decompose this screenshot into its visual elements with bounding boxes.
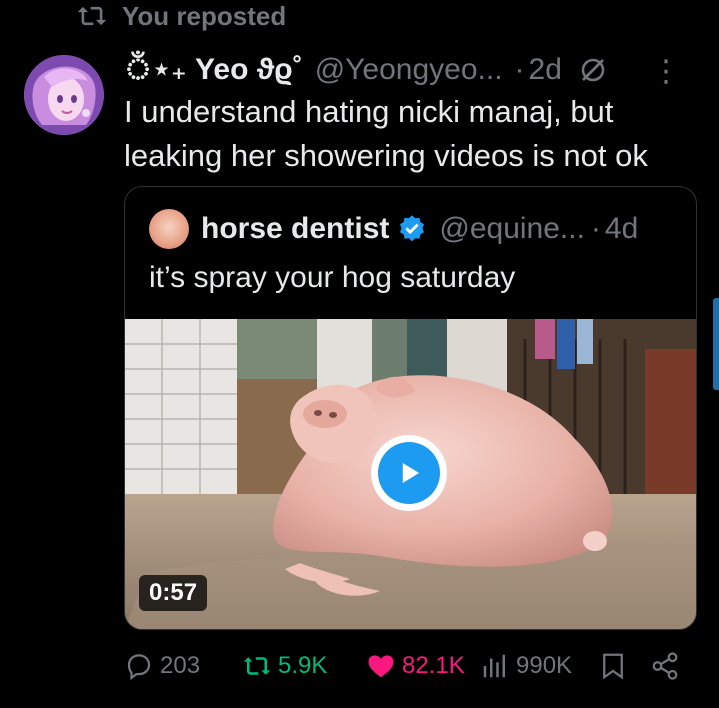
verified-badge-icon — [400, 215, 425, 242]
view-count: 990K — [516, 652, 573, 679]
grok-icon[interactable] — [578, 55, 608, 85]
video-duration: 0:57 — [139, 575, 208, 611]
like-button[interactable]: 82.1K — [366, 651, 465, 681]
separator-dot: · — [514, 53, 525, 86]
play-icon — [378, 442, 440, 504]
repost-count: 5.9K — [278, 652, 328, 679]
repost-banner-text: You reposted — [122, 0, 287, 31]
views-button[interactable]: 990K — [480, 651, 572, 681]
more-options-icon[interactable]: ⋮ — [651, 54, 681, 89]
quote-tweet-card[interactable]: horse dentist @equine... · 4d it’s spray… — [124, 186, 697, 630]
author-name[interactable]: ঁ⋆₊ Yeo ϑϱ˚ — [124, 45, 303, 96]
bookmark-button[interactable] — [598, 651, 628, 681]
tweet-text: I understand hating nicki manaj, but lea… — [124, 94, 648, 173]
reply-button[interactable]: 203 — [124, 651, 200, 681]
quote-header: horse dentist @equine... · 4d — [149, 207, 638, 251]
reply-count: 203 — [160, 652, 201, 679]
tweet-header: ঁ⋆₊ Yeo ϑϱ˚ @Yeongyeo... · 2d ⋮ — [124, 48, 699, 92]
author-avatar[interactable] — [24, 55, 104, 135]
quote-timestamp[interactable]: 4d — [605, 212, 638, 246]
share-icon — [652, 652, 678, 680]
bookmark-icon — [603, 653, 623, 680]
action-bar: 203 5.9K 82.1K 990K — [124, 646, 694, 686]
heart-icon — [368, 655, 394, 678]
analytics-icon — [483, 654, 505, 678]
quote-author-handle[interactable]: @equine... — [439, 212, 585, 246]
repost-icon — [77, 6, 107, 26]
repost-icon — [243, 657, 271, 675]
quote-author-avatar[interactable] — [149, 209, 189, 249]
share-button[interactable] — [650, 651, 680, 681]
quote-separator-dot: · — [590, 212, 601, 245]
quote-text: it’s spray your hog saturday — [149, 261, 516, 294]
repost-banner[interactable]: You reposted — [76, 0, 286, 32]
tweet-timestamp[interactable]: 2d — [529, 53, 562, 87]
scrollbar[interactable] — [713, 298, 719, 390]
avatar-illustration — [24, 55, 104, 135]
like-count: 82.1K — [402, 652, 465, 679]
repost-button[interactable]: 5.9K — [242, 651, 327, 681]
author-handle[interactable]: @Yeongyeo... — [315, 53, 503, 87]
play-button[interactable] — [371, 435, 447, 511]
quote-author-name[interactable]: horse dentist — [201, 212, 389, 246]
reply-icon — [127, 654, 151, 681]
video-media[interactable]: 0:57 — [125, 319, 696, 629]
